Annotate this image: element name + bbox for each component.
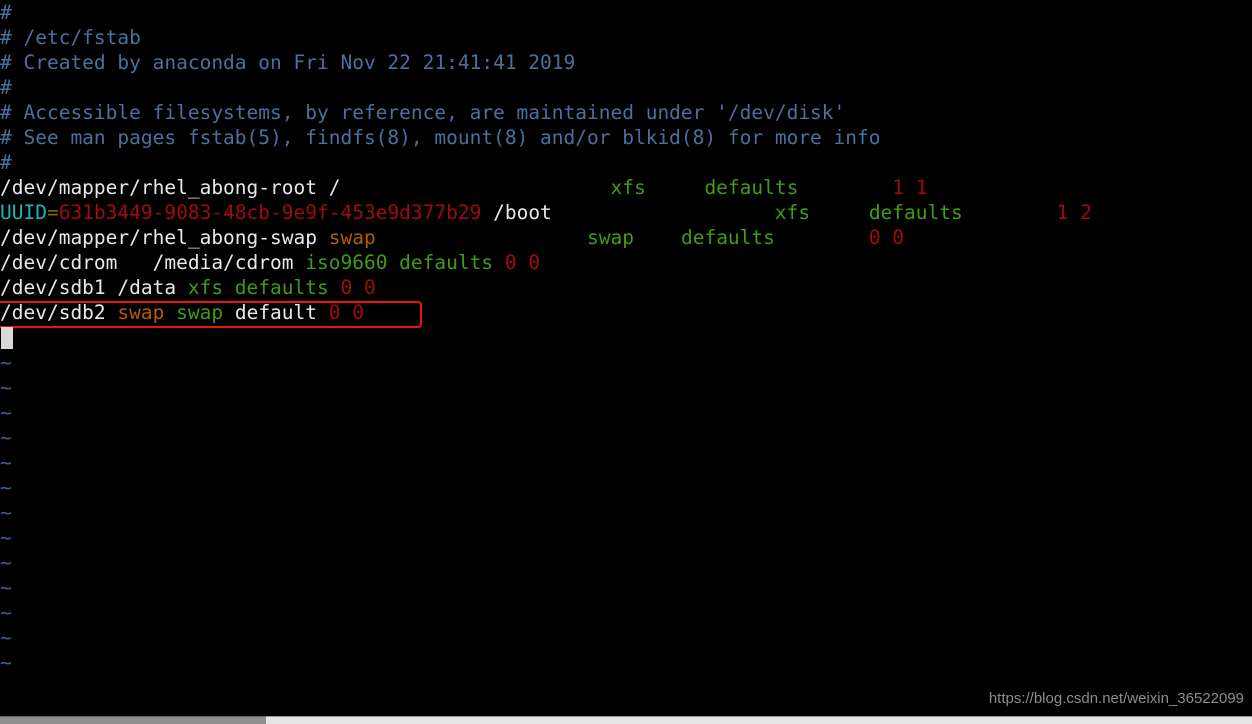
line-segment bbox=[552, 201, 775, 224]
buffer-line[interactable]: /dev/sdb2 swap swap default 0 0 bbox=[0, 300, 364, 325]
buffer-line[interactable]: # See man pages fstab(5), findfs(8), mou… bbox=[0, 125, 881, 150]
line-segment: # bbox=[0, 1, 12, 24]
line-segment: /dev/mapper/rhel_abong-root / bbox=[0, 176, 341, 199]
line-segment: ~ bbox=[0, 401, 12, 424]
buffer-line[interactable]: ~ bbox=[0, 575, 12, 600]
buffer-line[interactable]: ~ bbox=[0, 650, 12, 675]
line-segment: ~ bbox=[0, 376, 12, 399]
line-segment: UUID bbox=[0, 201, 47, 224]
line-segment: # See man pages fstab(5), findfs(8), mou… bbox=[0, 126, 881, 149]
buffer-line[interactable]: ~ bbox=[0, 625, 12, 650]
line-segment bbox=[775, 226, 869, 249]
line-segment: 0 0 bbox=[868, 226, 905, 249]
line-segment: ~ bbox=[0, 651, 12, 674]
horizontal-scrollbar-thumb[interactable] bbox=[0, 716, 266, 724]
line-segment bbox=[634, 226, 681, 249]
line-segment: iso9660 defaults bbox=[305, 251, 494, 274]
line-segment bbox=[810, 201, 869, 224]
line-segment: 0 0 bbox=[340, 276, 376, 299]
line-segment: /dev/mapper/rhel_abong-swap bbox=[0, 226, 329, 249]
buffer-line[interactable]: ~ bbox=[0, 450, 12, 475]
line-segment: ~ bbox=[0, 601, 12, 624]
line-segment: ~ bbox=[0, 476, 12, 499]
buffer-line[interactable]: ~ bbox=[0, 500, 12, 525]
line-segment: /dev/sdb2 bbox=[0, 301, 118, 324]
buffer-line[interactable]: ~ bbox=[0, 475, 12, 500]
line-segment bbox=[164, 301, 176, 324]
buffer-line[interactable]: UUID=631b3449-9083-48cb-9e9f-453e9d377b2… bbox=[0, 200, 1092, 225]
line-segment: swap bbox=[117, 301, 165, 324]
terminal-window[interactable]: # # /etc/fstab # Created by anaconda on Fr… bbox=[0, 0, 1252, 724]
buffer-line[interactable]: /dev/mapper/rhel_abong-root / xfs defaul… bbox=[0, 175, 928, 200]
line-segment: ~ bbox=[0, 426, 12, 449]
buffer-line[interactable]: # bbox=[0, 150, 12, 175]
line-segment: # /etc/fstab bbox=[0, 26, 141, 49]
line-segment: ~ bbox=[0, 526, 12, 549]
line-segment: swap bbox=[328, 226, 376, 249]
buffer-line[interactable]: ~ bbox=[0, 350, 12, 375]
buffer-line[interactable]: ~ bbox=[0, 375, 12, 400]
line-segment: = bbox=[46, 201, 59, 224]
buffer-line[interactable]: ~ bbox=[0, 600, 12, 625]
line-segment: 631b3449-9083-48cb-9e9f-453e9d377b29 bbox=[58, 201, 482, 224]
line-segment bbox=[376, 226, 587, 249]
line-segment: # bbox=[0, 151, 12, 174]
line-segment: ~ bbox=[0, 576, 12, 599]
line-segment: 1 1 bbox=[892, 176, 928, 199]
line-segment bbox=[646, 176, 705, 199]
line-segment: defaults bbox=[868, 201, 963, 224]
line-segment bbox=[798, 176, 892, 199]
buffer-line[interactable]: # Created by anaconda on Fri Nov 22 21:4… bbox=[0, 50, 575, 75]
line-segment: xfs bbox=[774, 201, 811, 224]
line-segment: xfs bbox=[610, 176, 646, 199]
buffer-line[interactable]: ~ bbox=[0, 400, 12, 425]
line-segment: ~ bbox=[0, 451, 12, 474]
vim-text-buffer[interactable]: # # /etc/fstab # Created by anaconda on Fr… bbox=[0, 0, 1252, 690]
line-segment: /dev/cdrom /media/cdrom bbox=[0, 251, 306, 274]
buffer-line[interactable]: ~ bbox=[0, 425, 12, 450]
line-segment: default bbox=[223, 301, 329, 324]
buffer-line[interactable]: # bbox=[0, 75, 12, 100]
line-segment: /dev/sdb1 /data bbox=[0, 276, 188, 299]
line-segment: # Created by anaconda on Fri Nov 22 21:4… bbox=[0, 51, 576, 74]
line-segment: # bbox=[0, 76, 12, 99]
line-segment: ~ bbox=[0, 551, 12, 574]
line-segment: ~ bbox=[0, 626, 12, 649]
line-segment bbox=[963, 201, 1057, 224]
line-segment: # Accessible filesystems, by reference, … bbox=[0, 101, 846, 124]
line-segment: defaults bbox=[680, 226, 775, 249]
line-segment: 1 2 bbox=[1056, 201, 1092, 224]
line-segment: defaults bbox=[704, 176, 799, 199]
buffer-line[interactable]: /dev/mapper/rhel_abong-swap swap swap de… bbox=[0, 225, 904, 250]
line-segment bbox=[340, 176, 610, 199]
line-segment: /boot bbox=[481, 201, 552, 224]
line-segment bbox=[329, 276, 341, 299]
buffer-line[interactable]: # Accessible filesystems, by reference, … bbox=[0, 100, 845, 125]
line-segment: ~ bbox=[0, 501, 12, 524]
line-segment bbox=[493, 251, 505, 274]
line-segment: 0 0 bbox=[504, 251, 541, 274]
blog-watermark: https://blog.csdn.net/weixin_36522099 bbox=[988, 690, 1244, 707]
line-segment: xfs defaults bbox=[187, 276, 329, 299]
buffer-line[interactable]: ~ bbox=[0, 550, 12, 575]
text-cursor-block bbox=[1, 327, 13, 349]
buffer-line[interactable]: # bbox=[0, 0, 12, 25]
line-segment: ~ bbox=[0, 351, 12, 374]
buffer-line[interactable]: # /etc/fstab bbox=[0, 25, 141, 50]
buffer-line[interactable]: ~ bbox=[0, 525, 12, 550]
line-segment: 0 0 bbox=[328, 301, 364, 324]
buffer-line[interactable]: /dev/sdb1 /data xfs defaults 0 0 bbox=[0, 275, 376, 300]
line-segment: swap bbox=[587, 226, 634, 249]
line-segment: swap bbox=[176, 301, 224, 324]
buffer-line[interactable]: /dev/cdrom /media/cdrom iso9660 defaults… bbox=[0, 250, 540, 275]
